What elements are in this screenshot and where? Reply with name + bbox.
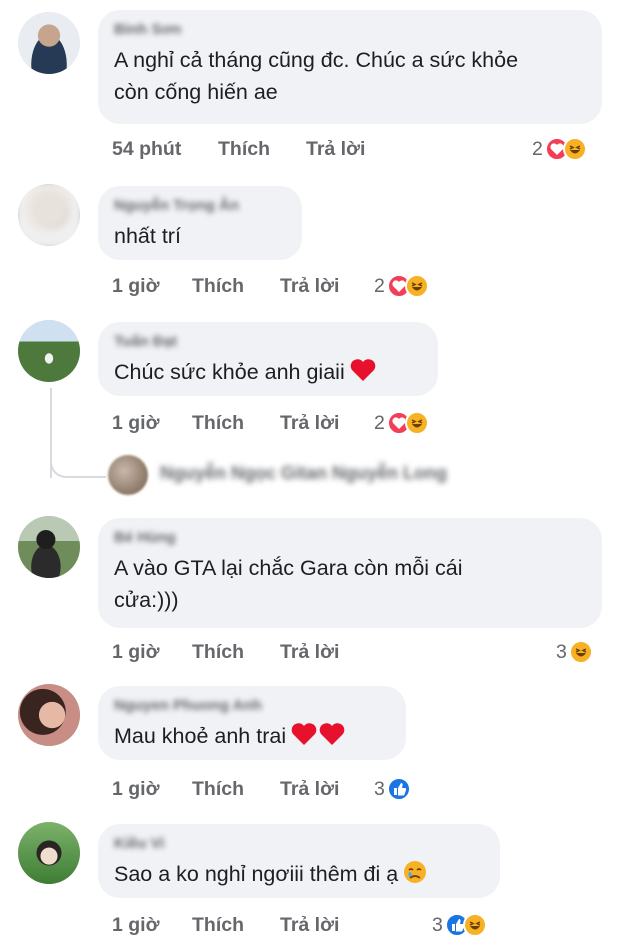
reply-thread-connector bbox=[50, 440, 106, 478]
comment-actions: 54 phút Thích Trả lời bbox=[112, 134, 365, 164]
like-reaction-icon bbox=[386, 777, 411, 801]
commenter-name[interactable]: Bé Hùng bbox=[114, 528, 586, 548]
reaction-count: 3 bbox=[374, 777, 385, 800]
timestamp[interactable]: 1 giờ bbox=[112, 641, 192, 664]
comment-bubble: Kiều Vi Sao a ko nghỉ ngơiii thêm đi ạ bbox=[98, 824, 500, 898]
like-button[interactable]: Thích bbox=[218, 138, 306, 161]
red-heart-icon bbox=[291, 723, 317, 745]
reaction-summary[interactable]: 3 bbox=[432, 910, 487, 940]
timestamp[interactable]: 54 phút bbox=[112, 138, 218, 161]
reaction-summary[interactable]: 2 bbox=[374, 271, 429, 301]
reply-button[interactable]: Trả lời bbox=[306, 138, 365, 161]
comment-text: Sao a ko nghỉ ngơiii thêm đi ạ bbox=[114, 858, 484, 890]
like-button[interactable]: Thích bbox=[192, 641, 280, 664]
comment-actions: 1 giờ Thích Trả lời bbox=[112, 637, 339, 667]
comment-text-body: Chúc sức khỏe anh giaii bbox=[114, 360, 345, 384]
comment-text: A nghỉ cả tháng cũng đc. Chúc a sức khỏe… bbox=[114, 48, 519, 104]
timestamp[interactable]: 1 giờ bbox=[112, 275, 192, 298]
haha-reaction-icon bbox=[462, 913, 487, 937]
reaction-summary[interactable]: 2 bbox=[374, 408, 429, 438]
haha-reaction-icon bbox=[404, 411, 429, 435]
comment-bubble: Tuấn Đạt Chúc sức khỏe anh giaii bbox=[98, 322, 438, 396]
reaction-summary[interactable]: 2 bbox=[532, 134, 587, 164]
comment-bubble: Bình Sơn A nghỉ cả tháng cũng đc. Chúc a… bbox=[98, 10, 602, 124]
reply-avatar bbox=[108, 455, 148, 495]
reaction-summary[interactable]: 3 bbox=[556, 637, 593, 667]
avatar[interactable] bbox=[18, 12, 80, 74]
haha-reaction-icon bbox=[404, 274, 429, 298]
like-button[interactable]: Thích bbox=[192, 914, 280, 937]
reaction-count: 3 bbox=[432, 913, 443, 936]
timestamp[interactable]: 1 giờ bbox=[112, 778, 192, 801]
commenter-name[interactable]: Nguyen Phuong Anh bbox=[114, 696, 390, 716]
reply-button[interactable]: Trả lời bbox=[280, 412, 339, 435]
comment-text-body: Sao a ko nghỉ ngơiii thêm đi ạ bbox=[114, 862, 399, 886]
haha-reaction-icon bbox=[562, 137, 587, 161]
avatar[interactable] bbox=[18, 320, 80, 382]
timestamp[interactable]: 1 giờ bbox=[112, 412, 192, 435]
comment-actions: 1 giờ Thích Trả lời bbox=[112, 774, 339, 804]
comment-text: A vào GTA lại chắc Gara còn mỗi cái cửa:… bbox=[114, 556, 463, 612]
avatar[interactable] bbox=[18, 516, 80, 578]
reply-button[interactable]: Trả lời bbox=[280, 778, 339, 801]
reply-button[interactable]: Trả lời bbox=[280, 641, 339, 664]
commenter-name[interactable]: Kiều Vi bbox=[114, 834, 484, 854]
crying-face-icon bbox=[404, 861, 427, 883]
avatar[interactable] bbox=[18, 184, 80, 246]
comment-bubble: Nguyen Phuong Anh Mau khoẻ anh trai bbox=[98, 686, 406, 760]
avatar[interactable] bbox=[18, 684, 80, 746]
reaction-summary[interactable]: 3 bbox=[374, 774, 411, 804]
comment-text: nhất trí bbox=[114, 224, 181, 248]
comment-text: Chúc sức khỏe anh giaii bbox=[114, 356, 422, 388]
reply-button[interactable]: Trả lời bbox=[280, 275, 339, 298]
reaction-count: 3 bbox=[556, 640, 567, 663]
commenter-name[interactable]: Nguyễn Trọng Ân bbox=[114, 196, 286, 216]
reaction-count: 2 bbox=[374, 411, 385, 434]
haha-reaction-icon bbox=[568, 640, 593, 664]
comment-actions: 1 giờ Thích Trả lời bbox=[112, 408, 339, 438]
reply-button[interactable]: Trả lời bbox=[280, 914, 339, 937]
reaction-count: 2 bbox=[374, 274, 385, 297]
timestamp[interactable]: 1 giờ bbox=[112, 914, 192, 937]
red-heart-icon bbox=[350, 359, 376, 381]
comment-actions: 1 giờ Thích Trả lời bbox=[112, 910, 339, 940]
comment-bubble: Bé Hùng A vào GTA lại chắc Gara còn mỗi … bbox=[98, 518, 602, 628]
red-heart-icon bbox=[319, 723, 345, 745]
comment-bubble: Nguyễn Trọng Ân nhất trí bbox=[98, 186, 302, 260]
like-button[interactable]: Thích bbox=[192, 778, 280, 801]
like-button[interactable]: Thích bbox=[192, 275, 280, 298]
avatar[interactable] bbox=[18, 822, 80, 884]
commenter-name[interactable]: Bình Sơn bbox=[114, 20, 586, 40]
reaction-count: 2 bbox=[532, 137, 543, 160]
commenter-name[interactable]: Tuấn Đạt bbox=[114, 332, 422, 352]
reply-author-name[interactable]: Nguyễn Ngọc Gitan Nguyễn Long bbox=[160, 463, 447, 484]
comment-actions: 1 giờ Thích Trả lời bbox=[112, 271, 339, 301]
comment-text-body: Mau khoẻ anh trai bbox=[114, 724, 287, 748]
like-button[interactable]: Thích bbox=[192, 412, 280, 435]
comment-text: Mau khoẻ anh trai bbox=[114, 720, 390, 752]
